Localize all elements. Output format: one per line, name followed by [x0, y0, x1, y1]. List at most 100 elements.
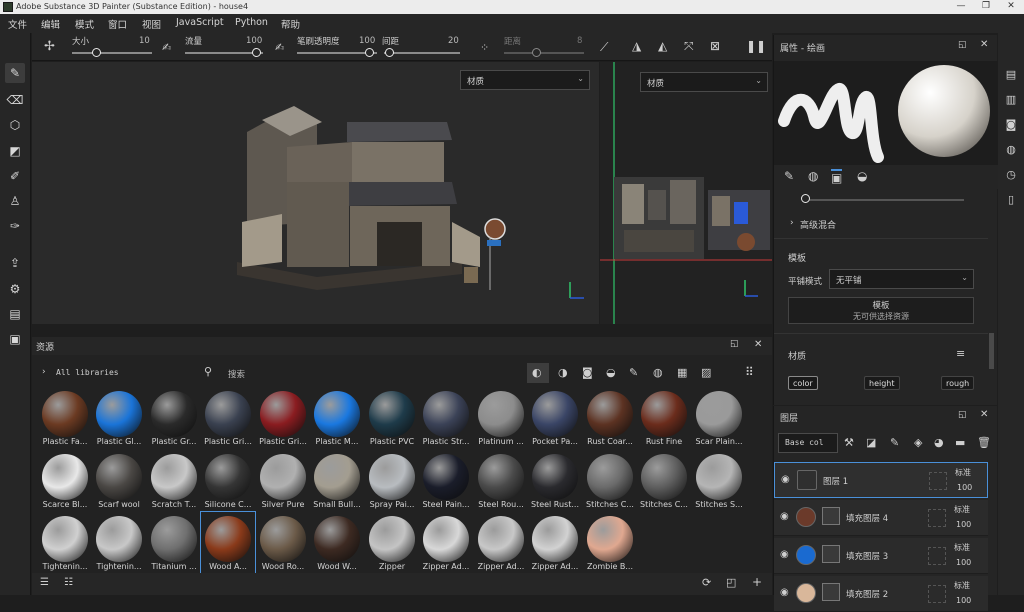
float-panel-icon[interactable]: ◱: [958, 410, 967, 420]
angle-slider[interactable]: [804, 199, 964, 201]
channel-height-toggle[interactable]: height: [864, 376, 900, 390]
properties-scrollbar[interactable]: [989, 333, 994, 369]
eye-icon[interactable]: ◉: [781, 474, 790, 485]
channel-rough-toggle[interactable]: rough: [941, 376, 975, 390]
asset-tile[interactable]: Wood A...: [200, 511, 256, 575]
asset-tile[interactable]: Wood W...: [310, 512, 364, 574]
size-knob[interactable]: [92, 48, 101, 57]
close-panel-icon[interactable]: ✕: [980, 39, 988, 50]
layer-opacity[interactable]: 100: [957, 483, 972, 492]
library-selector[interactable]: All libraries: [56, 368, 119, 377]
chevron-right-icon[interactable]: ›: [42, 367, 46, 377]
menu-edit[interactable]: 编辑: [41, 17, 60, 31]
distance-knob[interactable]: [532, 48, 541, 57]
asset-tile[interactable]: Zipper Ad...: [474, 512, 528, 574]
asset-tile[interactable]: Platinum ...: [474, 387, 528, 449]
asset-tile[interactable]: Steel Pain...: [419, 450, 473, 512]
menu-view[interactable]: 视图: [142, 17, 161, 31]
asset-tile[interactable]: Plastic Gr...: [147, 387, 201, 449]
flow-knob[interactable]: [252, 48, 261, 57]
advanced-blend-label[interactable]: 高级混合: [800, 218, 836, 231]
eye-icon[interactable]: ◉: [780, 587, 789, 598]
delete-layer-icon[interactable]: 🗑: [977, 436, 991, 449]
opacity-pressure-icon[interactable]: ✍: [275, 41, 284, 54]
filter-list-icon[interactable]: ☷: [64, 577, 73, 588]
smudge-icon[interactable]: ✐: [5, 166, 25, 186]
asset-tile[interactable]: Scarce Bl...: [38, 450, 92, 512]
asset-tile[interactable]: Plastic PVC: [365, 387, 419, 449]
asset-tile[interactable]: Zipper: [365, 512, 419, 574]
clone-stamp-icon[interactable]: ♙: [5, 191, 25, 211]
layers-dock-icon[interactable]: ▤: [1004, 68, 1018, 82]
pause-icon[interactable]: ❚❚: [746, 39, 766, 53]
add-mask-icon[interactable]: ◪: [866, 436, 876, 449]
asset-tile[interactable]: Titanium ...: [147, 512, 201, 574]
close-panel-icon[interactable]: ✕: [980, 409, 988, 420]
transform-icon[interactable]: ✢: [44, 39, 55, 54]
asset-tile[interactable]: Plastic Str...: [419, 387, 473, 449]
asset-tile[interactable]: Scarf wool: [92, 450, 146, 512]
viewport2d-mode-dropdown[interactable]: 材质 ⌄: [640, 72, 768, 92]
color-picker-icon[interactable]: ✑: [5, 216, 25, 236]
asset-tile[interactable]: Stitches C...: [637, 450, 691, 512]
trash-tool-icon[interactable]: ▤: [5, 304, 25, 324]
minimize-button[interactable]: —: [950, 1, 972, 11]
template-slot[interactable]: 模板 无可供选择资源: [788, 297, 974, 324]
alignment-icon[interactable]: ⟋: [600, 40, 608, 55]
lock-view-icon[interactable]: ⤧: [684, 39, 694, 54]
symmetry-icon[interactable]: ◮: [632, 39, 641, 53]
layer-mask-slot[interactable]: [928, 547, 946, 565]
lazy-mouse-icon[interactable]: ⁘: [480, 41, 489, 54]
bake-icon[interactable]: ⚙: [5, 279, 25, 299]
texture-set-icon[interactable]: ▥: [1004, 93, 1018, 107]
maximize-button[interactable]: ❐: [975, 1, 997, 11]
chevron-right-icon[interactable]: ›: [790, 218, 794, 228]
stencil-tab-icon[interactable]: ▣: [831, 169, 843, 185]
shader-settings-icon[interactable]: ◍: [1004, 143, 1018, 157]
brush-tab-icon[interactable]: ✎: [784, 169, 794, 183]
export-icon[interactable]: ⇪: [5, 253, 25, 273]
blend-mode[interactable]: 标准: [955, 467, 971, 478]
opacity-knob[interactable]: [365, 48, 374, 57]
blend-mode[interactable]: 标准: [954, 580, 970, 591]
layer-opacity[interactable]: 100: [956, 596, 971, 605]
eye-icon[interactable]: ◉: [780, 549, 789, 560]
add-icon[interactable]: +: [752, 575, 762, 589]
menu-window[interactable]: 窗口: [108, 17, 127, 31]
asset-tile[interactable]: Small Bull...: [310, 450, 364, 512]
history-icon[interactable]: ◷: [1004, 168, 1018, 182]
menu-mode[interactable]: 模式: [75, 17, 94, 31]
spacing-slider[interactable]: [384, 52, 460, 54]
add-smart-material-icon[interactable]: ◕: [934, 436, 944, 449]
close-panel-icon[interactable]: ✕: [754, 339, 762, 350]
tiling-dropdown[interactable]: 无平铺 ⌄: [829, 269, 974, 289]
filter-brushes-icon[interactable]: ✎: [629, 366, 638, 379]
asset-tile[interactable]: Plastic Gri...: [256, 387, 310, 449]
asset-tile[interactable]: Zipper Ad...: [419, 512, 473, 574]
filter-textures-icon[interactable]: ▦: [677, 366, 687, 379]
viewport-2d[interactable]: 材质 ⌄: [600, 62, 772, 324]
camera-off-icon[interactable]: ⊠: [710, 39, 720, 53]
pen-pressure-icon[interactable]: ✍: [162, 41, 171, 54]
layer-mask-slot[interactable]: [928, 585, 946, 603]
symmetry-settings-icon[interactable]: ◭: [658, 39, 667, 53]
asset-tile[interactable]: Plastic Gl...: [92, 387, 146, 449]
viewport3d-mode-dropdown[interactable]: 材质 ⌄: [460, 70, 590, 90]
asset-tile[interactable]: Wood Ro...: [256, 512, 310, 574]
blend-mode[interactable]: 标准: [954, 504, 970, 515]
asset-tile[interactable]: Steel Rou...: [474, 450, 528, 512]
search-input[interactable]: 搜索: [228, 368, 245, 380]
layer-row[interactable]: ◉ 填充图层 3 标准 100: [774, 538, 988, 574]
asset-tile[interactable]: Silicone C...: [201, 450, 255, 512]
document-icon[interactable]: ▣: [5, 329, 25, 349]
grid-view-icon[interactable]: ⠿: [745, 365, 754, 379]
channel-select[interactable]: Base col: [778, 433, 838, 453]
material-tab-icon[interactable]: ◒: [857, 169, 867, 183]
sort-icon[interactable]: ☰: [40, 577, 49, 588]
filter-generators-icon[interactable]: ◒: [606, 366, 616, 379]
layer-opacity[interactable]: 100: [956, 520, 971, 529]
float-panel-icon[interactable]: ◱: [730, 339, 739, 349]
viewport-3d[interactable]: 材质 ⌄: [32, 62, 599, 324]
asset-tile[interactable]: Pocket Pa...: [528, 387, 582, 449]
add-folder-icon[interactable]: ▬: [955, 436, 965, 449]
